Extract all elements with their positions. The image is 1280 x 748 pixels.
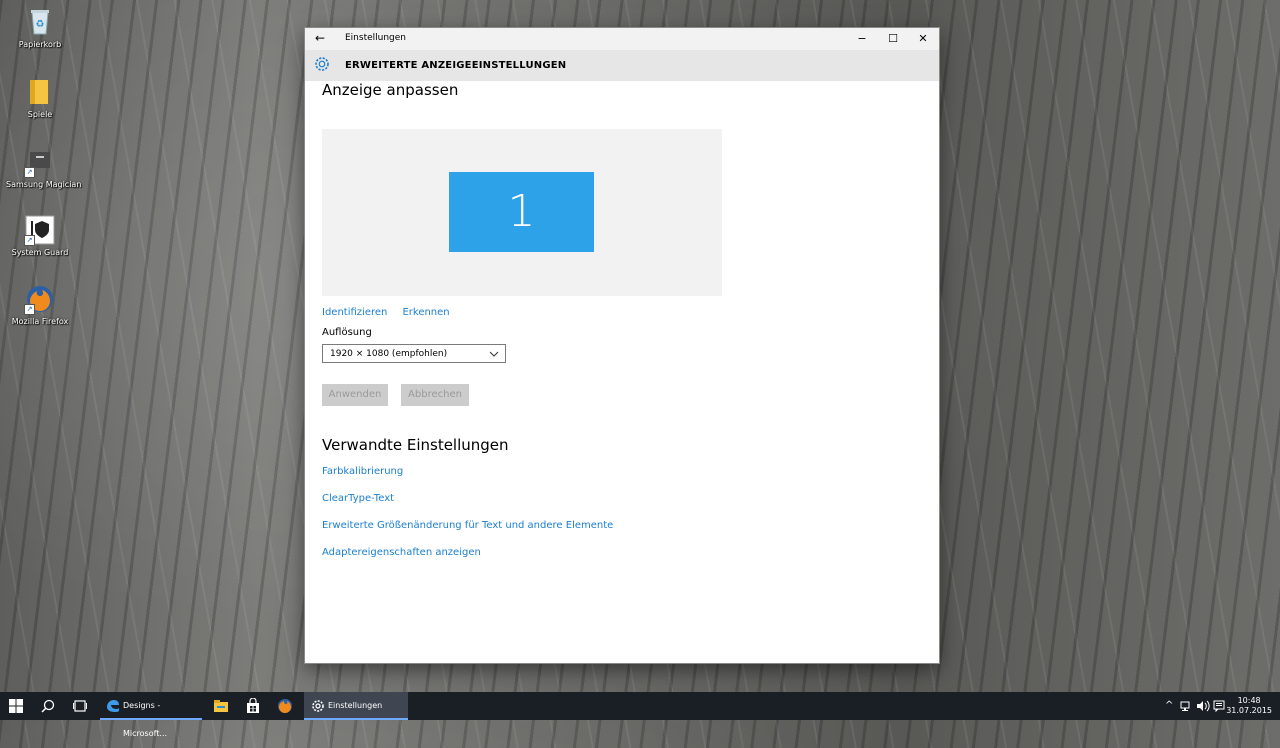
desktop-icon-label: Mozilla Firefox [11, 317, 69, 326]
svg-text:♻: ♻ [36, 19, 45, 30]
color-calibration-link[interactable]: Farbkalibrierung [322, 466, 403, 477]
desktop-icon-firefox[interactable]: ↗ Mozilla Firefox [6, 283, 74, 326]
chevron-down-icon [489, 345, 499, 371]
shortcut-arrow-icon: ↗ [24, 235, 35, 246]
maximize-button[interactable]: ☐ [878, 28, 908, 50]
desktop-icon-label: Samsung Magician [6, 180, 82, 189]
edge-icon [105, 698, 121, 714]
task-view-icon[interactable] [72, 698, 88, 714]
detect-link[interactable]: Erkennen [402, 307, 449, 318]
system-clock[interactable]: 10:48 31.07.2015 [1226, 696, 1272, 716]
settings-gear-icon [310, 698, 326, 714]
advanced-sizing-link[interactable]: Erweiterte Größenänderung für Text und a… [322, 520, 613, 531]
edge-task-label: Designs - Microsoft... [123, 701, 168, 738]
desktop-icon-recycle-bin[interactable]: ♻ Papierkorb [6, 6, 74, 49]
identify-link[interactable]: Identifizieren [322, 307, 387, 318]
notifications-icon[interactable] [1213, 692, 1225, 724]
desktop-icon-system-guard[interactable]: ↗ System Guard [6, 214, 74, 257]
section-title-related: Verwandte Einstellungen [322, 436, 509, 454]
apply-button[interactable]: Anwenden [322, 384, 388, 406]
minimize-button[interactable]: − [847, 28, 877, 50]
samsung-magician-icon: ↗ [24, 146, 56, 178]
clock-date: 31.07.2015 [1226, 706, 1272, 715]
close-button[interactable]: ✕ [908, 28, 938, 50]
page-title: ERWEITERTE ANZEIGEEINSTELLUNGEN [345, 60, 567, 71]
title-bar[interactable]: ← Einstellungen − ☐ ✕ [305, 28, 939, 50]
gear-icon [313, 55, 331, 73]
resolution-dropdown[interactable]: 1920 × 1080 (empfohlen) [322, 344, 506, 363]
display-arrangement-area: 1 [322, 129, 722, 296]
section-title-display: Anzeige anpassen [322, 81, 459, 99]
desktop-icon-samsung-magician[interactable]: ↗ Samsung Magician [6, 146, 82, 189]
desktop-icon-label: System Guard [11, 248, 69, 257]
settings-task-label: Einstellungen [328, 701, 383, 710]
window-title: Einstellungen [345, 33, 407, 43]
resolution-label: Auflösung [322, 327, 372, 338]
network-icon[interactable] [1180, 692, 1192, 724]
folder-icon [24, 76, 56, 108]
desktop-icon-games-folder[interactable]: Spiele [6, 76, 74, 119]
clock-time: 10:48 [1237, 696, 1261, 705]
store-icon[interactable] [245, 697, 261, 714]
shortcut-arrow-icon: ↗ [24, 167, 35, 178]
taskbar-app-settings[interactable]: Einstellungen [304, 692, 408, 720]
page-header: ERWEITERTE ANZEIGEEINSTELLUNGEN [305, 50, 939, 81]
recycle-bin-icon: ♻ [24, 6, 56, 38]
resolution-value: 1920 × 1080 (empfohlen) [330, 349, 448, 359]
cleartype-text-link[interactable]: ClearType-Text [322, 493, 394, 504]
desktop-icon-label: Spiele [27, 110, 53, 119]
search-icon[interactable] [40, 698, 56, 714]
back-arrow-icon[interactable]: ← [315, 31, 325, 45]
shortcut-arrow-icon: ↗ [24, 304, 35, 315]
taskbar-app-edge[interactable]: Designs - Microsoft... [100, 692, 202, 738]
file-explorer-icon[interactable] [213, 698, 229, 714]
display-links-row: Identifizieren Erkennen [322, 300, 460, 319]
taskbar: Designs - Microsoft... Einstellungen ^ 1… [0, 692, 1280, 738]
volume-icon[interactable] [1196, 692, 1210, 724]
system-guard-icon: ↗ [24, 214, 56, 246]
desktop-icon-label: Papierkorb [18, 40, 62, 49]
windows-start-icon[interactable] [9, 698, 25, 714]
monitor-1-tile[interactable]: 1 [449, 172, 594, 252]
firefox-icon: ↗ [24, 283, 56, 315]
settings-window: ← Einstellungen − ☐ ✕ ERWEITERTE ANZEIGE… [305, 28, 939, 663]
chevron-up-icon[interactable]: ^ [1165, 692, 1173, 720]
firefox-taskbar-icon[interactable] [277, 698, 293, 714]
adapter-properties-link[interactable]: Adaptereigenschaften anzeigen [322, 547, 481, 558]
cancel-button[interactable]: Abbrechen [401, 384, 469, 406]
